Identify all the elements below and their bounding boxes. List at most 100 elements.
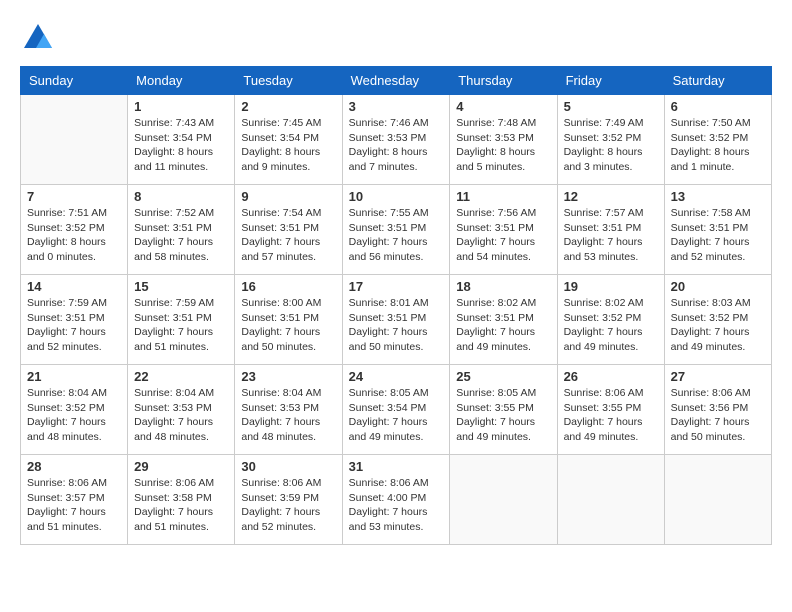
calendar-cell: 6 Sunrise: 7:50 AM Sunset: 3:52 PM Daylig… [664,95,771,185]
day-number: 17 [349,279,444,294]
day-info: Sunrise: 8:04 AM Sunset: 3:53 PM Dayligh… [134,386,228,445]
day-info: Sunrise: 7:54 AM Sunset: 3:51 PM Dayligh… [241,206,335,265]
calendar-week-3: 14 Sunrise: 7:59 AM Sunset: 3:51 PM Dayli… [21,275,772,365]
day-info: Sunrise: 7:57 AM Sunset: 3:51 PM Dayligh… [564,206,658,265]
calendar-cell: 30 Sunrise: 8:06 AM Sunset: 3:59 PM Dayli… [235,455,342,545]
calendar-cell: 10 Sunrise: 7:55 AM Sunset: 3:51 PM Dayli… [342,185,450,275]
calendar-cell: 7 Sunrise: 7:51 AM Sunset: 3:52 PM Daylig… [21,185,128,275]
calendar-cell: 25Sunrise: 8:05 AM Sunset: 3:55 PM Dayli… [450,365,557,455]
day-info: Sunrise: 7:46 AM Sunset: 3:53 PM Dayligh… [349,116,444,175]
calendar-cell [450,455,557,545]
day-number: 2 [241,99,335,114]
day-number: 8 [134,189,228,204]
calendar-cell: 24 Sunrise: 8:05 AM Sunset: 3:54 PM Dayli… [342,365,450,455]
day-number: 20 [671,279,765,294]
calendar-cell: 14 Sunrise: 7:59 AM Sunset: 3:51 PM Dayli… [21,275,128,365]
day-number: 27 [671,369,765,384]
day-number: 12 [564,189,658,204]
day-info: Sunrise: 7:58 AM Sunset: 3:51 PM Dayligh… [671,206,765,265]
day-number: 15 [134,279,228,294]
day-info: Sunrise: 7:51 AM Sunset: 3:52 PM Dayligh… [27,206,121,265]
day-number: 10 [349,189,444,204]
day-info: Sunrise: 8:05 AM Sunset: 3:55 PM Dayligh… [456,386,550,445]
day-info: Sunrise: 7:45 AM Sunset: 3:54 PM Dayligh… [241,116,335,175]
day-number: 28 [27,459,121,474]
day-number: 22 [134,369,228,384]
calendar-cell [557,455,664,545]
day-info: Sunrise: 8:04 AM Sunset: 3:52 PM Dayligh… [27,386,121,445]
header-sunday: Sunday [21,67,128,95]
day-number: 9 [241,189,335,204]
day-info: Sunrise: 7:55 AM Sunset: 3:51 PM Dayligh… [349,206,444,265]
day-info: Sunrise: 8:06 AM Sunset: 3:55 PM Dayligh… [564,386,658,445]
day-number: 19 [564,279,658,294]
day-number: 16 [241,279,335,294]
day-number: 30 [241,459,335,474]
calendar-cell: 1 Sunrise: 7:43 AM Sunset: 3:54 PM Daylig… [128,95,235,185]
header-saturday: Saturday [664,67,771,95]
day-number: 29 [134,459,228,474]
day-number: 24 [349,369,444,384]
day-info: Sunrise: 8:06 AM Sunset: 3:58 PM Dayligh… [134,476,228,535]
calendar-cell: 4Sunrise: 7:48 AM Sunset: 3:53 PM Daylig… [450,95,557,185]
calendar-week-4: 21 Sunrise: 8:04 AM Sunset: 3:52 PM Dayli… [21,365,772,455]
day-number: 5 [564,99,658,114]
calendar-cell: 2 Sunrise: 7:45 AM Sunset: 3:54 PM Daylig… [235,95,342,185]
calendar-cell: 22 Sunrise: 8:04 AM Sunset: 3:53 PM Dayli… [128,365,235,455]
header-wednesday: Wednesday [342,67,450,95]
calendar-cell: 19 Sunrise: 8:02 AM Sunset: 3:52 PM Dayli… [557,275,664,365]
day-number: 26 [564,369,658,384]
day-info: Sunrise: 7:56 AM Sunset: 3:51 PM Dayligh… [456,206,550,265]
calendar-week-1: 1 Sunrise: 7:43 AM Sunset: 3:54 PM Daylig… [21,95,772,185]
day-number: 6 [671,99,765,114]
calendar-cell: 11Sunrise: 7:56 AM Sunset: 3:51 PM Dayli… [450,185,557,275]
day-info: Sunrise: 8:06 AM Sunset: 3:59 PM Dayligh… [241,476,335,535]
header-thursday: Thursday [450,67,557,95]
calendar-cell: 26 Sunrise: 8:06 AM Sunset: 3:55 PM Dayli… [557,365,664,455]
day-number: 1 [134,99,228,114]
calendar: SundayMondayTuesdayWednesdayThursdayFrid… [20,66,772,545]
calendar-cell: 17Sunrise: 8:01 AM Sunset: 3:51 PM Dayli… [342,275,450,365]
day-number: 21 [27,369,121,384]
calendar-cell: 18 Sunrise: 8:02 AM Sunset: 3:51 PM Dayli… [450,275,557,365]
day-info: Sunrise: 8:05 AM Sunset: 3:54 PM Dayligh… [349,386,444,445]
calendar-cell [664,455,771,545]
calendar-cell: 28 Sunrise: 8:06 AM Sunset: 3:57 PM Dayli… [21,455,128,545]
day-info: Sunrise: 8:02 AM Sunset: 3:52 PM Dayligh… [564,296,658,355]
calendar-cell: 8 Sunrise: 7:52 AM Sunset: 3:51 PM Daylig… [128,185,235,275]
calendar-header-row: SundayMondayTuesdayWednesdayThursdayFrid… [21,67,772,95]
day-info: Sunrise: 8:02 AM Sunset: 3:51 PM Dayligh… [456,296,550,355]
calendar-cell: 13 Sunrise: 7:58 AM Sunset: 3:51 PM Dayli… [664,185,771,275]
calendar-week-2: 7 Sunrise: 7:51 AM Sunset: 3:52 PM Daylig… [21,185,772,275]
day-number: 14 [27,279,121,294]
day-info: Sunrise: 8:06 AM Sunset: 3:57 PM Dayligh… [27,476,121,535]
page-header [20,20,772,56]
calendar-cell: 21 Sunrise: 8:04 AM Sunset: 3:52 PM Dayli… [21,365,128,455]
day-number: 7 [27,189,121,204]
day-info: Sunrise: 7:52 AM Sunset: 3:51 PM Dayligh… [134,206,228,265]
day-info: Sunrise: 8:06 AM Sunset: 3:56 PM Dayligh… [671,386,765,445]
day-info: Sunrise: 7:50 AM Sunset: 3:52 PM Dayligh… [671,116,765,175]
calendar-cell: 9 Sunrise: 7:54 AM Sunset: 3:51 PM Daylig… [235,185,342,275]
calendar-cell: 29 Sunrise: 8:06 AM Sunset: 3:58 PM Dayli… [128,455,235,545]
calendar-cell: 23 Sunrise: 8:04 AM Sunset: 3:53 PM Dayli… [235,365,342,455]
day-info: Sunrise: 7:43 AM Sunset: 3:54 PM Dayligh… [134,116,228,175]
day-number: 18 [456,279,550,294]
calendar-cell: 5 Sunrise: 7:49 AM Sunset: 3:52 PM Daylig… [557,95,664,185]
calendar-week-5: 28 Sunrise: 8:06 AM Sunset: 3:57 PM Dayli… [21,455,772,545]
day-info: Sunrise: 7:49 AM Sunset: 3:52 PM Dayligh… [564,116,658,175]
calendar-cell: 12 Sunrise: 7:57 AM Sunset: 3:51 PM Dayli… [557,185,664,275]
calendar-cell [21,95,128,185]
day-info: Sunrise: 8:04 AM Sunset: 3:53 PM Dayligh… [241,386,335,445]
day-info: Sunrise: 7:59 AM Sunset: 3:51 PM Dayligh… [134,296,228,355]
day-number: 23 [241,369,335,384]
header-tuesday: Tuesday [235,67,342,95]
logo-icon [20,20,56,56]
day-number: 31 [349,459,444,474]
header-friday: Friday [557,67,664,95]
calendar-cell: 31 Sunrise: 8:06 AM Sunset: 4:00 PM Dayli… [342,455,450,545]
day-info: Sunrise: 7:59 AM Sunset: 3:51 PM Dayligh… [27,296,121,355]
day-number: 13 [671,189,765,204]
day-info: Sunrise: 8:06 AM Sunset: 4:00 PM Dayligh… [349,476,444,535]
day-info: Sunrise: 8:00 AM Sunset: 3:51 PM Dayligh… [241,296,335,355]
